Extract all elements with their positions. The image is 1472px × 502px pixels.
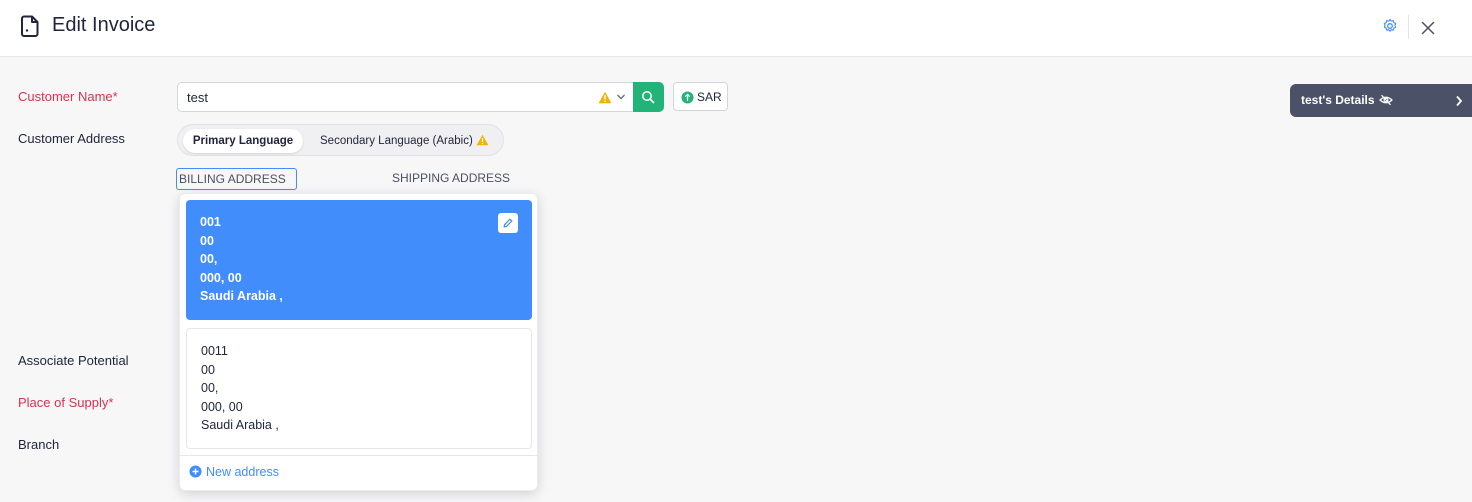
primary-language-option[interactable]: Primary Language (183, 129, 303, 153)
settings-gear-icon[interactable] (1382, 18, 1398, 34)
header-divider (1408, 15, 1409, 39)
chevron-right-icon (1456, 95, 1463, 107)
page-header: Edit Invoice (0, 0, 1472, 57)
address-dropdown: 001 00 00, 000, 00 Saudi Arabia , 0011 0… (179, 193, 538, 491)
address-line: 00, (201, 381, 219, 395)
address-line: Saudi Arabia , (201, 418, 279, 432)
eye-slash-icon (1379, 94, 1393, 106)
dropdown-divider (180, 455, 537, 456)
address-line: 00, (200, 252, 218, 266)
branch-label: Branch (18, 437, 60, 452)
new-address-label: New address (206, 465, 279, 479)
customer-details-title: test's Details (1301, 93, 1375, 107)
customer-name-select[interactable]: test (177, 82, 635, 112)
customer-address-label: Customer Address (18, 131, 125, 146)
place-of-supply-label: Place of Supply* (18, 395, 114, 410)
customer-details-panel-toggle[interactable]: test's Details (1290, 84, 1472, 117)
search-icon (642, 91, 655, 104)
billing-address-label: BILLING ADDRESS (179, 172, 286, 186)
invoice-document-icon (21, 15, 39, 37)
warning-icon (476, 134, 489, 146)
billing-address-tab[interactable]: BILLING ADDRESS (176, 168, 297, 204)
address-line: 0011 (201, 344, 228, 358)
address-line: Saudi Arabia , (200, 289, 283, 303)
customer-name-value: test (187, 90, 208, 105)
address-line: 00 (201, 362, 215, 377)
associate-potential-label: Associate Potential (18, 353, 129, 368)
address-option[interactable]: 0011 00 00, 000, 00 Saudi Arabia , (186, 328, 532, 449)
address-line: 00 (200, 233, 214, 248)
customer-name-label: Customer Name* (18, 89, 118, 104)
address-line: 000, 00 (200, 270, 242, 285)
chevron-down-icon[interactable] (616, 93, 626, 101)
shipping-address-tab[interactable]: SHIPPING ADDRESS (392, 168, 522, 203)
close-icon[interactable] (1420, 20, 1436, 36)
new-address-button[interactable]: New address (189, 465, 279, 479)
address-line: 001 (200, 215, 221, 229)
customer-search-button[interactable] (633, 82, 664, 112)
plus-circle-icon (189, 465, 202, 478)
shipping-address-label: SHIPPING ADDRESS (392, 171, 511, 185)
pencil-icon (503, 218, 513, 228)
address-line: 000, 00 (201, 399, 243, 414)
currency-badge[interactable]: SAR (673, 82, 728, 111)
address-language-toggle: Primary Language Secondary Language (Ara… (177, 124, 504, 156)
address-option-selected[interactable]: 001 00 00, 000, 00 Saudi Arabia , (186, 200, 532, 320)
currency-code: SAR (697, 90, 722, 104)
page-title: Edit Invoice (52, 14, 156, 36)
warning-icon (598, 91, 612, 104)
edit-address-button[interactable] (498, 213, 518, 233)
secondary-language-option[interactable]: Secondary Language (Arabic) (320, 129, 473, 153)
currency-coin-icon (681, 91, 694, 104)
